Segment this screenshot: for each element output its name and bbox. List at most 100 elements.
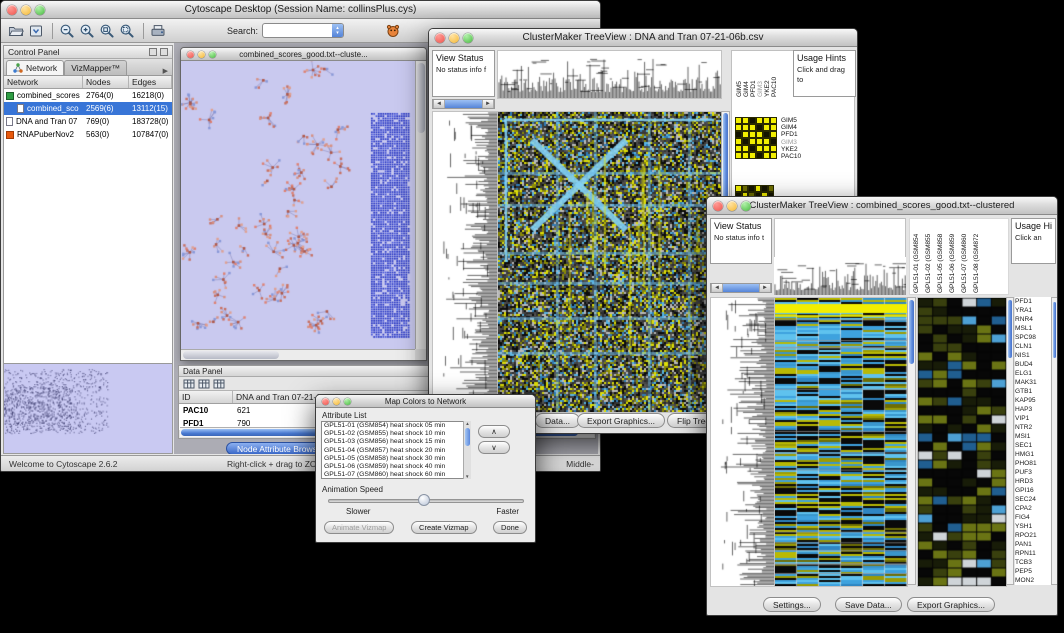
attribute-item[interactable]: GPL51-02 (GSM855) heat shock 10 min (322, 430, 462, 438)
search-input[interactable]: ▴▾ (262, 23, 344, 38)
table-grid-icon[interactable] (183, 378, 195, 390)
export-graphics-button[interactable]: Export Graphics... (577, 413, 665, 428)
zoom-window-icon[interactable] (463, 33, 473, 43)
zoom-window-icon[interactable] (344, 398, 351, 405)
plugin-icon[interactable] (384, 22, 402, 40)
network-overview-canvas[interactable] (4, 363, 172, 453)
scroll-up-icon[interactable]: ▲ (465, 421, 469, 426)
treeview-window-combined[interactable]: ClusterMaker TreeView : combined_scores_… (706, 196, 1058, 616)
row-dendrogram-canvas[interactable] (432, 111, 498, 413)
col-edges[interactable]: Edges (129, 76, 172, 88)
minimize-window-icon[interactable] (333, 398, 340, 405)
table-select-icon[interactable] (198, 378, 210, 390)
network-list-row[interactable]: combined_scores2764(0)16218(0) (4, 89, 172, 102)
network-view-window[interactable]: combined_scores_good.txt--cluste... (180, 47, 427, 361)
column-dendrogram-canvas[interactable] (774, 257, 906, 295)
done-button[interactable]: Done (493, 521, 527, 534)
zoom-window-icon[interactable] (35, 5, 45, 15)
scroll-down-icon[interactable]: ▼ (465, 474, 469, 479)
zoom-window-icon[interactable] (209, 51, 216, 58)
attribute-item[interactable]: GPL51-07 (GSM860) heat shock 60 min (322, 471, 462, 479)
open-session-icon[interactable] (7, 22, 25, 40)
treeview2-titlebar[interactable]: ClusterMaker TreeView : combined_scores_… (707, 197, 1057, 215)
attribute-item[interactable]: GPL51-04 (GSM857) heat shock 20 min (322, 447, 462, 455)
move-down-button[interactable]: ∨ (478, 441, 510, 454)
attribute-list-scrollbar[interactable]: ▲ ▼ (463, 421, 471, 479)
nav-thumb[interactable] (445, 100, 482, 108)
zoom-window-icon[interactable] (741, 201, 751, 211)
col-nodes[interactable]: Nodes (83, 76, 129, 88)
network-list-row[interactable]: RNAPuberNov2563(0)107847(0) (4, 128, 172, 141)
node-attribute-browser-tab[interactable]: Node Attribute Brows (226, 442, 328, 454)
similarity-matrix[interactable] (735, 117, 777, 159)
minimize-window-icon[interactable] (449, 33, 459, 43)
tree-nav-widget[interactable]: ◄ ► (432, 99, 495, 109)
tab-network[interactable]: Network (6, 60, 64, 75)
data-button[interactable]: Data... (535, 413, 580, 428)
combo-arrows-icon[interactable]: ▴▾ (332, 24, 343, 37)
col-network[interactable]: Network (4, 76, 83, 88)
map-colors-dialog[interactable]: Map Colors to Network Attribute List GPL… (315, 394, 536, 543)
minimize-window-icon[interactable] (21, 5, 31, 15)
nav-thumb[interactable] (723, 284, 759, 292)
col-id[interactable]: ID (179, 391, 233, 403)
minimize-window-icon[interactable] (198, 51, 205, 58)
column-dendrogram-canvas[interactable] (497, 50, 722, 99)
attribute-item[interactable]: GPL51-06 (GSM859) heat shock 40 min (322, 463, 462, 471)
import-network-icon[interactable] (27, 22, 45, 40)
nav-right-icon[interactable]: ► (482, 100, 494, 108)
row-dendrogram-canvas[interactable] (710, 297, 775, 587)
zoom-heatmap-canvas[interactable] (917, 297, 1007, 587)
close-window-icon[interactable] (435, 33, 445, 43)
zoom-in-icon[interactable] (78, 22, 96, 40)
export-graphics-button[interactable]: Export Graphics... (907, 597, 995, 612)
cytoscape-titlebar[interactable]: Cytoscape Desktop (Session Name: collins… (1, 1, 600, 19)
heatmap-canvas[interactable] (497, 111, 722, 413)
network-list-row[interactable]: DNA and Tran 07769(0)183728(0) (4, 115, 172, 128)
close-window-icon[interactable] (7, 5, 17, 15)
create-vizmap-button[interactable]: Create Vizmap (411, 521, 476, 534)
tab-vizmapper[interactable]: VizMapper™ (64, 60, 127, 75)
vscroll-thumb[interactable] (417, 63, 425, 133)
vscroll-thumb[interactable] (1008, 300, 1012, 358)
nav-left-icon[interactable]: ◄ (433, 100, 445, 108)
tree-nav-widget[interactable]: ◄ ► (710, 283, 772, 293)
float-panel-icon[interactable] (149, 48, 157, 56)
tab-overflow-icon[interactable]: ▶ (159, 67, 172, 75)
hscroll-thumb[interactable] (183, 351, 279, 359)
search-field[interactable] (263, 24, 332, 37)
attribute-item[interactable]: GPL51-05 (GSM858) heat shock 30 min (322, 455, 462, 463)
network-vscrollbar[interactable] (415, 61, 426, 349)
gene-list-vscrollbar[interactable] (1051, 297, 1058, 585)
zoom-vscrollbar[interactable] (1006, 297, 1014, 585)
close-panel-icon[interactable] (160, 48, 168, 56)
global-vscrollbar[interactable] (907, 297, 916, 585)
global-heatmap-canvas[interactable] (774, 297, 908, 587)
attribute-item[interactable]: GPL51-03 (GSM856) heat shock 15 min (322, 438, 462, 446)
network-list-row[interactable]: combined_sco2569(6)13112(15) (4, 102, 172, 115)
zoom-fit-icon[interactable] (98, 22, 116, 40)
network-view-titlebar[interactable]: combined_scores_good.txt--cluste... (181, 48, 426, 61)
dialog-titlebar[interactable]: Map Colors to Network (316, 395, 535, 408)
settings-button[interactable]: Settings... (763, 597, 821, 612)
nav-right-icon[interactable]: ► (759, 284, 771, 292)
treeview1-titlebar[interactable]: ClusterMaker TreeView : DNA and Tran 07-… (429, 29, 857, 47)
attribute-list[interactable]: GPL51-01 (GSM854) heat shock 05 minGPL51… (321, 421, 471, 479)
vscroll-thumb[interactable] (909, 300, 914, 364)
nav-left-icon[interactable]: ◄ (711, 284, 723, 292)
vscroll-thumb[interactable] (1053, 302, 1056, 358)
slider-thumb[interactable] (418, 494, 430, 506)
save-data-button[interactable]: Save Data... (835, 597, 902, 612)
zoom-selected-icon[interactable] (118, 22, 136, 40)
close-window-icon[interactable] (713, 201, 723, 211)
zoom-out-icon[interactable] (58, 22, 76, 40)
network-canvas[interactable] (181, 61, 415, 349)
move-up-button[interactable]: ∧ (478, 425, 510, 438)
close-window-icon[interactable] (322, 398, 329, 405)
minimize-window-icon[interactable] (727, 201, 737, 211)
attribute-item[interactable]: GPL51-01 (GSM854) heat shock 05 min (322, 422, 462, 430)
scroll-thumb[interactable] (465, 428, 470, 446)
table-config-icon[interactable] (213, 378, 225, 390)
snapshot-icon[interactable] (149, 22, 167, 40)
network-hscrollbar[interactable] (181, 349, 415, 360)
